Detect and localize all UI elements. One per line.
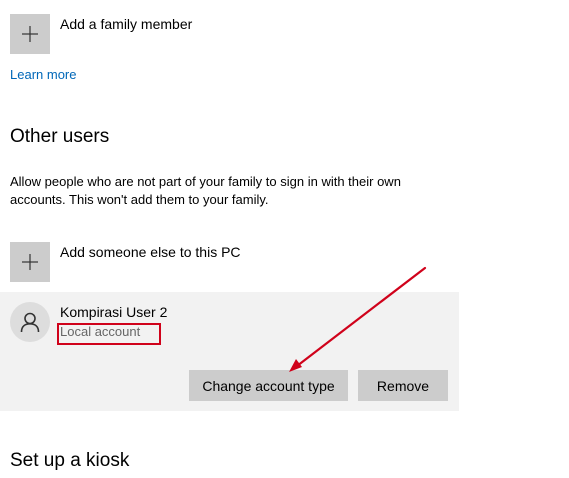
person-icon: [20, 312, 40, 333]
add-family-member-label[interactable]: Add a family member: [60, 16, 192, 32]
user-name: Kompirasi User 2: [60, 304, 168, 320]
avatar: [10, 302, 50, 342]
other-users-description: Allow people who are not part of your fa…: [10, 174, 401, 207]
change-account-type-button[interactable]: Change account type: [189, 370, 348, 401]
add-someone-else-label[interactable]: Add someone else to this PC: [60, 244, 241, 260]
plus-icon: [22, 254, 38, 270]
remove-button[interactable]: Remove: [358, 370, 448, 401]
learn-more-link[interactable]: Learn more: [10, 67, 76, 82]
other-users-heading: Other users: [10, 126, 110, 147]
add-family-member-tile[interactable]: [10, 14, 50, 54]
add-someone-else-tile[interactable]: [10, 242, 50, 282]
highlight-annotation-box: [57, 323, 161, 345]
plus-icon: [22, 26, 38, 42]
kiosk-heading: Set up a kiosk: [10, 450, 130, 471]
accounts-page: Add a family member Learn more Other use…: [0, 0, 569, 478]
